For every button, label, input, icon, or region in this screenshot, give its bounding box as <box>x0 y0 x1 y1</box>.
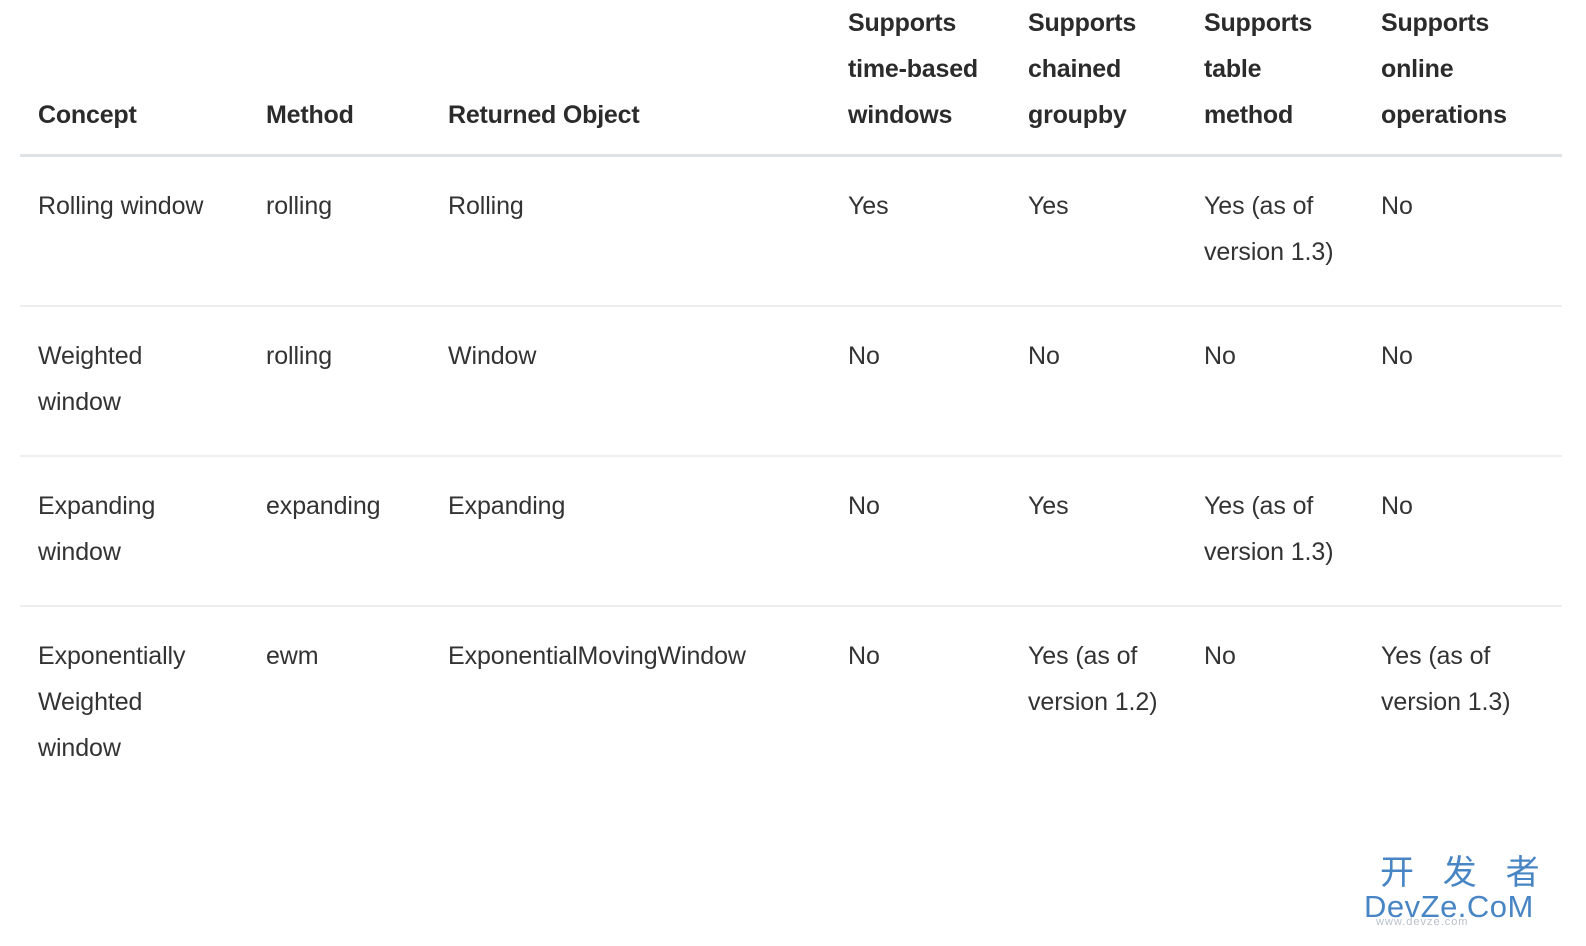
table-row: Weighted window rolling Window No No No … <box>20 306 1562 456</box>
cell-supports-time-based-windows: Yes <box>848 192 889 220</box>
watermark-latin-text: DevZe.CoM <box>1364 889 1534 924</box>
cell-supports-table-method: Yes (as of version 1.3) <box>1204 492 1334 566</box>
cell-concept: Exponentially Weighted window <box>38 642 186 762</box>
cell-supports-table-method: No <box>1204 342 1236 370</box>
column-header-returned-object: Returned Object <box>448 101 640 129</box>
cell-returned-object: ExponentialMovingWindow <box>448 642 746 670</box>
cell-supports-time-based-windows: No <box>848 342 880 370</box>
column-header-supports-online-operations: Supports online operations <box>1381 9 1507 129</box>
cell-method: expanding <box>266 492 381 520</box>
column-header-concept: Concept <box>38 101 137 129</box>
table-header-row: Concept Method Returned Object Supports … <box>20 0 1562 156</box>
column-header-method: Method <box>266 101 354 129</box>
site-watermark: 开 发 者 DevZe.CoM www.devze.com <box>1358 854 1568 940</box>
cell-method: ewm <box>266 642 319 670</box>
column-header-supports-time-based-windows: Supports time-based windows <box>848 9 978 129</box>
window-operations-comparison-table: Concept Method Returned Object Supports … <box>20 0 1562 801</box>
cell-method: rolling <box>266 342 332 370</box>
column-header-supports-table-method: Supports table method <box>1204 9 1313 129</box>
cell-returned-object: Rolling <box>448 192 524 220</box>
cell-supports-chained-groupby: No <box>1028 342 1060 370</box>
cell-concept: Rolling window <box>38 192 204 220</box>
cell-supports-table-method: Yes (as of version 1.3) <box>1204 192 1334 266</box>
column-header-supports-chained-groupby: Supports chained groupby <box>1028 9 1137 129</box>
table-row: Exponentially Weighted window ewm Expone… <box>20 606 1562 801</box>
comparison-table-container: Concept Method Returned Object Supports … <box>0 0 1586 946</box>
cell-supports-chained-groupby: Yes (as of version 1.2) <box>1028 642 1158 716</box>
cell-supports-time-based-windows: No <box>848 642 880 670</box>
cell-returned-object: Window <box>448 342 537 370</box>
table-body: Rolling window rolling Rolling Yes Yes Y… <box>20 156 1562 802</box>
cell-supports-online-operations: No <box>1381 492 1413 520</box>
cell-concept: Weighted window <box>38 342 143 416</box>
cell-supports-time-based-windows: No <box>848 492 880 520</box>
cell-supports-chained-groupby: Yes <box>1028 192 1069 220</box>
cell-returned-object: Expanding <box>448 492 566 520</box>
table-header: Concept Method Returned Object Supports … <box>20 0 1562 156</box>
watermark-sub-text: www.devze.com <box>1376 916 1469 928</box>
cell-supports-online-operations: No <box>1381 342 1413 370</box>
cell-supports-online-operations: Yes (as of version 1.3) <box>1381 642 1511 716</box>
table-row: Rolling window rolling Rolling Yes Yes Y… <box>20 156 1562 306</box>
cell-supports-chained-groupby: Yes <box>1028 492 1069 520</box>
table-row: Expanding window expanding Expanding No … <box>20 456 1562 606</box>
watermark-cjk-text: 开 发 者 <box>1380 853 1549 893</box>
cell-method: rolling <box>266 192 332 220</box>
cell-concept: Expanding window <box>38 492 156 566</box>
cell-supports-online-operations: No <box>1381 192 1413 220</box>
cell-supports-table-method: No <box>1204 642 1236 670</box>
